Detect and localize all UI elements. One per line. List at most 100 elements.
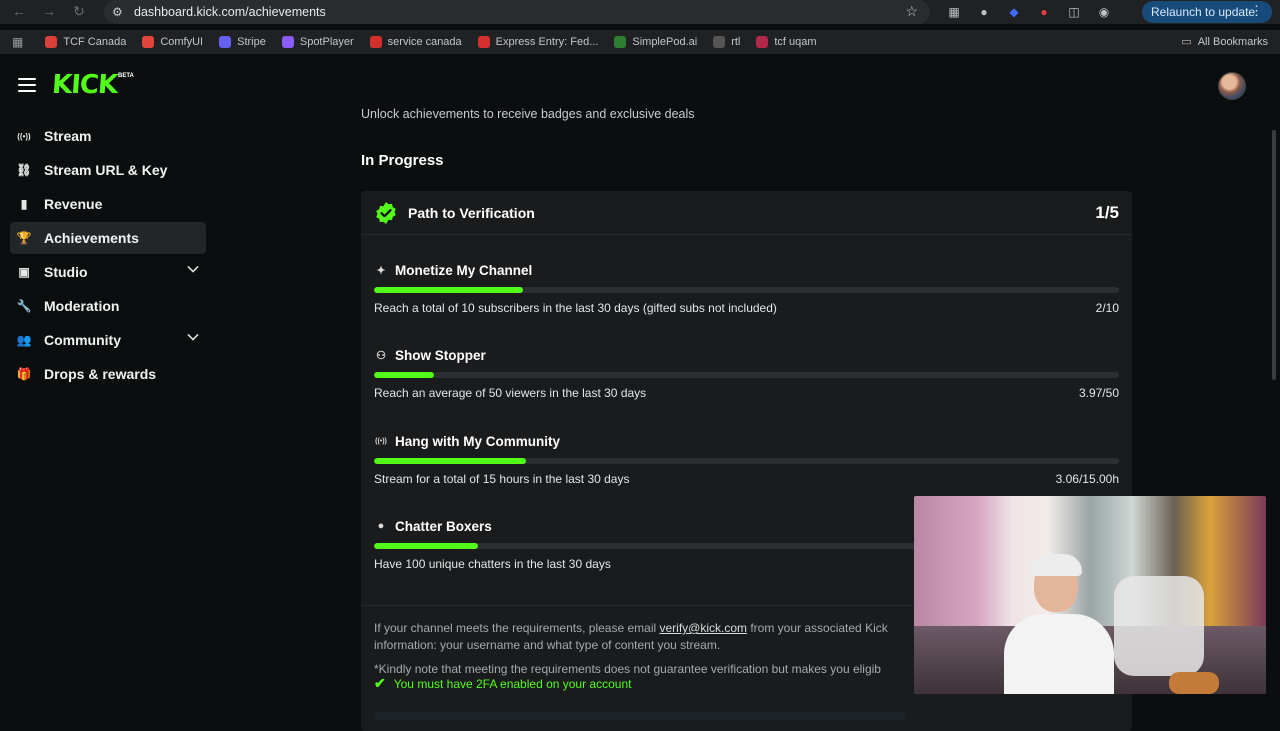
bookmark-item[interactable]: service canada <box>369 36 462 48</box>
achievement-description: Stream for a total of 15 hours in the la… <box>374 472 630 486</box>
broadcast-icon: ((•)) <box>17 131 31 141</box>
sidebar-item-label: Achievements <box>44 230 139 246</box>
bookmark-item[interactable]: TCF Canada <box>45 36 126 48</box>
card-header[interactable]: Path to Verification 1/5 <box>361 191 1132 235</box>
bookmark-favicon-icon <box>614 36 627 48</box>
card-title: Path to Verification <box>408 204 535 221</box>
card-progress-count: 1/5 <box>1095 203 1119 222</box>
sparkle-icon: ✦ <box>376 264 386 277</box>
progress-bar <box>374 372 1119 378</box>
beta-badge: BETA <box>118 73 134 79</box>
bookmark-label: TCF Canada <box>63 36 127 48</box>
sidebar-item-label: Community <box>44 332 121 348</box>
sidebar-item-label: Stream <box>44 128 92 144</box>
bottom-taskbar-strip <box>374 712 906 720</box>
folder-icon: ▭ <box>1181 36 1192 48</box>
bookmark-item[interactable]: Express Entry: Fed... <box>477 36 599 48</box>
url-text[interactable]: dashboard.kick.com/achievements <box>134 5 326 19</box>
streamer-figure <box>998 554 1118 694</box>
achievement-value: 3.97/50 <box>1078 386 1119 400</box>
browser-toolbar: ← → ↻ ⚙ dashboard.kick.com/achievements … <box>0 0 1280 24</box>
all-bookmarks-button[interactable]: ▭ All Bookmarks <box>1181 35 1268 49</box>
site-settings-icon[interactable]: ⚙ <box>112 5 132 19</box>
bookmark-favicon-icon <box>281 36 294 48</box>
address-bar[interactable]: ⚙ dashboard.kick.com/achievements ☆ <box>104 0 930 24</box>
bookmark-favicon-icon <box>713 36 726 48</box>
achievement-value: 3.06/15.00h <box>1055 472 1119 486</box>
viewers-icon: ⚇ <box>376 349 386 362</box>
bookmark-favicon-icon <box>45 36 58 48</box>
achievement-title: Show Stopper <box>395 347 486 363</box>
progress-bar <box>374 287 1119 293</box>
bookmark-favicon-icon <box>369 36 382 48</box>
community-icon: 👥 <box>16 333 32 347</box>
bookmark-item[interactable]: SimplePod.ai <box>614 36 697 48</box>
bookmark-label: SimplePod.ai <box>632 36 698 48</box>
forward-icon[interactable]: → <box>34 3 64 19</box>
qr-icon[interactable]: ▦ <box>944 2 964 22</box>
bookmark-item[interactable]: SpotPlayer <box>281 36 354 48</box>
top-bar: KICK BETA <box>0 60 1280 114</box>
profile-icon[interactable]: ◉ <box>1094 2 1114 22</box>
achievement-title: Monetize My Channel <box>395 262 533 278</box>
sidebar-item-revenue[interactable]: ▮ Revenue <box>10 188 206 220</box>
hamburger-menu-icon[interactable] <box>18 78 36 92</box>
apps-grid-icon[interactable]: ▦ <box>12 35 23 49</box>
chair-shape <box>1114 576 1204 676</box>
sidebar-item-stream-url-key[interactable]: ⛓ Stream URL & Key <box>10 154 206 186</box>
section-title: In Progress <box>361 152 444 169</box>
relaunch-button[interactable]: Relaunch to update ⋮ <box>1142 1 1272 23</box>
user-avatar[interactable] <box>1218 72 1246 100</box>
all-bookmarks-label: All Bookmarks <box>1197 35 1268 48</box>
bookmark-label: service canada <box>387 36 462 48</box>
note-line-2: information: your username and what type… <box>374 638 721 652</box>
bookmark-favicon-icon <box>142 36 155 48</box>
extensions-icon[interactable]: ◫ <box>1064 2 1084 22</box>
scrollbar[interactable] <box>1272 130 1278 380</box>
bookmark-favicon-icon <box>477 36 490 48</box>
mic-icon[interactable]: ● <box>974 2 994 22</box>
progress-fill <box>374 372 434 378</box>
page-subtitle: Unlock achievements to receive badges an… <box>361 107 695 121</box>
sidebar-item-achievements[interactable]: 🏆 Achievements <box>10 222 206 254</box>
progress-bar <box>374 458 1119 464</box>
shield-extension-icon[interactable]: ◆ <box>1004 2 1024 22</box>
achievement-item: ⚇ Show Stopper Reach an average of 50 vie… <box>374 346 1119 400</box>
chevron-down-icon[interactable] <box>187 329 199 341</box>
bookmark-item[interactable]: rtl <box>713 36 740 48</box>
sidebar-item-drops-rewards[interactable]: 🎁 Drops & rewards <box>10 358 206 390</box>
sidebar-item-studio[interactable]: ▣ Studio <box>10 256 206 288</box>
kick-logo[interactable]: KICK <box>51 70 118 100</box>
bookmark-item[interactable]: tcf uqam <box>756 36 817 48</box>
red-extension-icon[interactable]: ● <box>1034 2 1054 22</box>
webcam-overlay <box>914 496 1266 694</box>
verify-email-link[interactable]: verify@kick.com <box>659 621 747 635</box>
reload-icon[interactable]: ↻ <box>64 3 94 20</box>
check-icon: ✔ <box>374 675 386 691</box>
email-note: If your channel meets the requirements, … <box>374 621 888 635</box>
twofa-label: You must have 2FA enabled on your accoun… <box>393 676 632 691</box>
bookmark-label: Express Entry: Fed... <box>495 36 599 48</box>
sidebar-item-community[interactable]: 👥 Community <box>10 324 206 356</box>
note-line-3: *Kindly note that meeting the requiremen… <box>374 662 881 676</box>
sidebar-item-label: Revenue <box>44 196 103 212</box>
chevron-down-icon[interactable] <box>187 261 199 273</box>
broadcast-icon: ((•)) <box>375 437 387 445</box>
achievement-description: Reach a total of 10 subscribers in the l… <box>374 301 777 315</box>
sidebar-item-stream[interactable]: ((•)) Stream <box>10 120 206 152</box>
sidebar-item-label: Drops & rewards <box>44 366 157 382</box>
bookmark-label: SpotPlayer <box>299 36 354 48</box>
bookmark-item[interactable]: ComfyUI <box>142 36 203 48</box>
progress-fill <box>374 543 479 549</box>
bookmark-item[interactable]: Stripe <box>219 36 266 48</box>
more-menu-icon[interactable]: ⋮ <box>1250 3 1263 19</box>
bookmark-star-icon[interactable]: ☆ <box>905 3 918 20</box>
bookmark-favicon-icon <box>756 36 769 48</box>
achievement-item: ((•)) Hang with My Community Stream for a… <box>374 432 1119 486</box>
achievement-title: Hang with My Community <box>395 433 560 449</box>
back-icon[interactable]: ← <box>4 3 34 19</box>
bookmark-label: Stripe <box>237 36 266 48</box>
trophy-icon: 🏆 <box>16 231 32 245</box>
twofa-requirement: ✔ You must have 2FA enabled on your acco… <box>374 675 631 692</box>
sidebar-item-moderation[interactable]: 🔧 Moderation <box>10 290 206 322</box>
